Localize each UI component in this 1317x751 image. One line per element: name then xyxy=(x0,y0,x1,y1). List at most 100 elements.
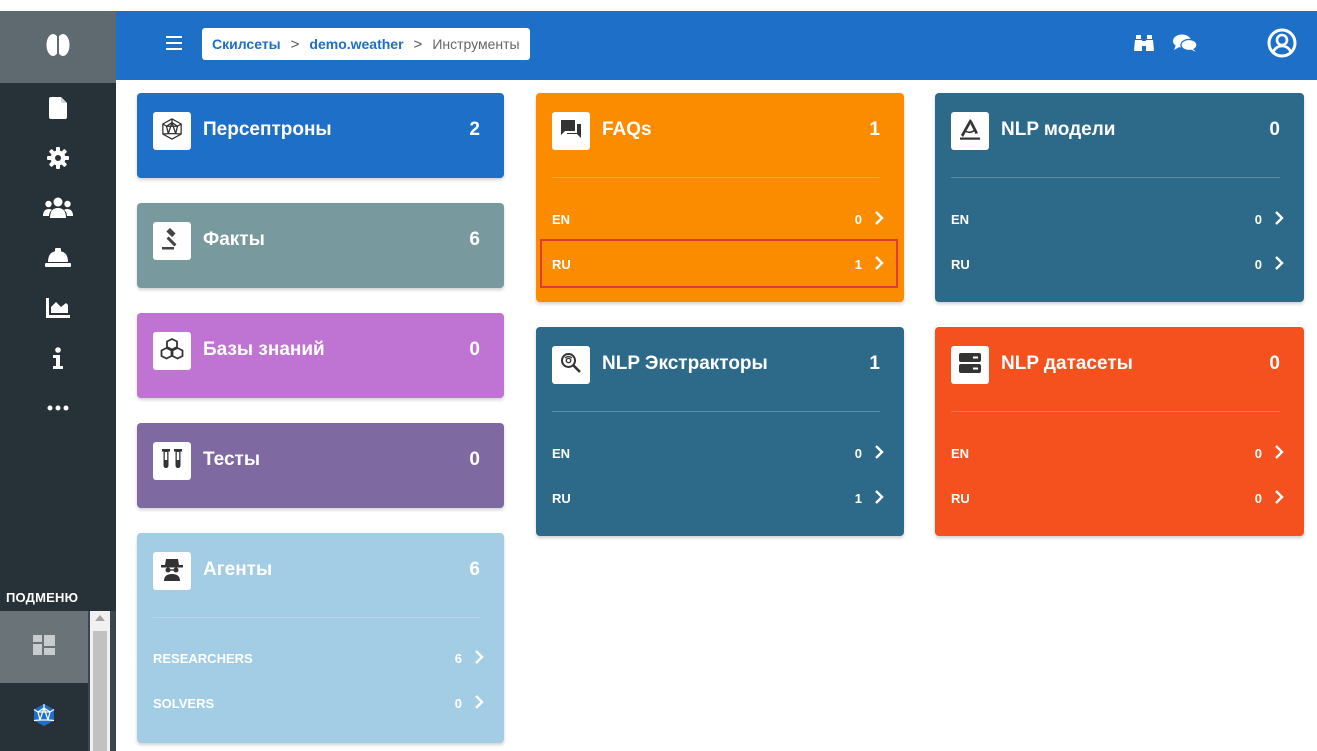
extractors-row-en[interactable]: EN 0 xyxy=(552,444,884,464)
user-menu-button[interactable] xyxy=(1267,28,1297,60)
card-tests[interactable]: Тесты 0 xyxy=(137,423,504,508)
card-title: Базы знаний xyxy=(203,339,325,360)
card-icon-box xyxy=(153,332,191,370)
card-count: 0 xyxy=(1269,119,1280,140)
chevron-right-icon xyxy=(1274,444,1284,463)
datasets-row-ru[interactable]: RU 0 xyxy=(951,489,1284,509)
card-title: NLP датасеты xyxy=(1001,353,1133,374)
sidebar: ПОДМЕНЮ xyxy=(0,11,116,751)
row-label: RU xyxy=(951,491,970,506)
top-strip xyxy=(0,0,1317,11)
row-label: RESEARCHERS xyxy=(153,651,253,666)
row-label: RU xyxy=(552,491,571,506)
agents-row-solvers[interactable]: SOLVERS 0 xyxy=(153,694,484,714)
models-row-ru[interactable]: RU 0 xyxy=(951,255,1284,275)
card-count: 0 xyxy=(469,339,480,360)
row-label: EN xyxy=(552,212,571,227)
submenu-item-dashboard[interactable] xyxy=(0,611,88,683)
breadcrumb-skillset[interactable]: demo.weather xyxy=(309,36,403,52)
card-title: Агенты xyxy=(203,559,273,580)
card-knowledge-bases[interactable]: Базы знаний 0 xyxy=(137,313,504,398)
binoculars-button[interactable] xyxy=(1132,33,1156,57)
agents-row-researchers[interactable]: RESEARCHERS 6 xyxy=(153,649,484,669)
row-label: EN xyxy=(951,446,970,461)
submenu-scrollbar[interactable] xyxy=(90,611,110,751)
test-tubes-icon xyxy=(161,448,183,475)
card-count: 1 xyxy=(869,353,880,374)
card-title: Тесты xyxy=(203,449,261,470)
gear-icon xyxy=(47,147,69,169)
card-agents[interactable]: Агенты 6 RESEARCHERS 6 SOLVERS 0 xyxy=(137,533,504,743)
breadcrumb-current: Инструменты xyxy=(432,36,520,52)
breadcrumb-skillsets[interactable]: Скилсеты xyxy=(212,36,281,52)
card-divider xyxy=(552,177,880,178)
card-icon-box xyxy=(153,552,191,590)
info-icon xyxy=(52,347,64,369)
card-count: 0 xyxy=(1269,353,1280,374)
card-count: 2 xyxy=(469,119,480,140)
row-value: 0 xyxy=(1254,212,1262,227)
selection-highlight xyxy=(540,239,898,288)
file-icon xyxy=(49,97,67,119)
card-icon-box xyxy=(153,442,191,480)
breadcrumb-separator: > xyxy=(290,35,300,53)
search-icon xyxy=(560,352,582,379)
card-divider xyxy=(951,177,1280,178)
submenu-item-perceptrons[interactable] xyxy=(0,683,88,751)
row-value: 0 xyxy=(454,696,462,711)
users-icon xyxy=(43,197,73,219)
card-perceptrons[interactable]: Персептроны 2 xyxy=(137,93,504,178)
card-divider xyxy=(153,617,480,618)
compass-icon xyxy=(959,118,981,145)
scroll-up-arrow[interactable] xyxy=(95,615,105,621)
chevron-right-icon xyxy=(474,649,484,668)
area-chart-icon xyxy=(46,298,70,318)
submenu-area xyxy=(0,611,116,751)
chevron-right-icon xyxy=(1274,489,1284,508)
menu-toggle-button[interactable] xyxy=(166,36,182,50)
row-value: 1 xyxy=(854,491,862,506)
row-value: 0 xyxy=(854,446,862,461)
card-facts[interactable]: Факты 6 xyxy=(137,203,504,288)
gavel-icon xyxy=(161,227,183,255)
row-value: 0 xyxy=(1254,491,1262,506)
submenu-label: ПОДМЕНЮ xyxy=(0,585,116,611)
comments-icon xyxy=(561,119,581,143)
spy-icon xyxy=(161,557,183,586)
row-label: EN xyxy=(951,212,970,227)
extractors-row-ru[interactable]: RU 1 xyxy=(552,489,884,509)
sidebar-item-stats[interactable] xyxy=(0,283,116,333)
sidebar-logo[interactable] xyxy=(0,11,116,83)
card-divider xyxy=(951,411,1280,412)
sidebar-item-users[interactable] xyxy=(0,183,116,233)
more-icon xyxy=(47,405,69,411)
card-icon-box xyxy=(951,112,989,150)
row-label: RU xyxy=(951,257,970,272)
models-row-en[interactable]: EN 0 xyxy=(951,210,1284,230)
chat-button[interactable] xyxy=(1173,33,1198,57)
card-nlp-extractors[interactable]: NLP Экстракторы 1 EN 0 RU 1 xyxy=(536,327,904,536)
card-nlp-datasets[interactable]: NLP датасеты 0 EN 0 RU 0 xyxy=(935,327,1304,536)
card-icon-box xyxy=(552,112,590,150)
card-count: 6 xyxy=(469,559,480,580)
binoculars-icon xyxy=(1134,34,1154,57)
card-icon-box xyxy=(552,346,590,384)
chevron-right-icon xyxy=(1274,255,1284,274)
sidebar-item-info[interactable] xyxy=(0,333,116,383)
app-root: ПОДМЕНЮ Скилсеты > demo.weather > Инстру… xyxy=(0,0,1317,751)
sidebar-item-more[interactable] xyxy=(0,383,116,433)
faqs-row-en[interactable]: EN 0 xyxy=(552,210,884,230)
cubes-icon xyxy=(160,337,184,365)
row-value: 0 xyxy=(854,212,862,227)
sidebar-item-workers[interactable] xyxy=(0,233,116,283)
server-icon xyxy=(959,352,981,378)
datasets-row-en[interactable]: EN 0 xyxy=(951,444,1284,464)
card-nlp-models[interactable]: NLP модели 0 EN 0 RU 0 xyxy=(935,93,1304,302)
scroll-thumb[interactable] xyxy=(93,631,107,751)
menu-icon-bar xyxy=(166,36,182,38)
card-count: 1 xyxy=(869,119,880,140)
sidebar-item-settings[interactable] xyxy=(0,133,116,183)
sidebar-item-files[interactable] xyxy=(0,83,116,133)
top-header: Скилсеты > demo.weather > Инструменты xyxy=(116,11,1317,80)
card-divider xyxy=(552,411,880,412)
